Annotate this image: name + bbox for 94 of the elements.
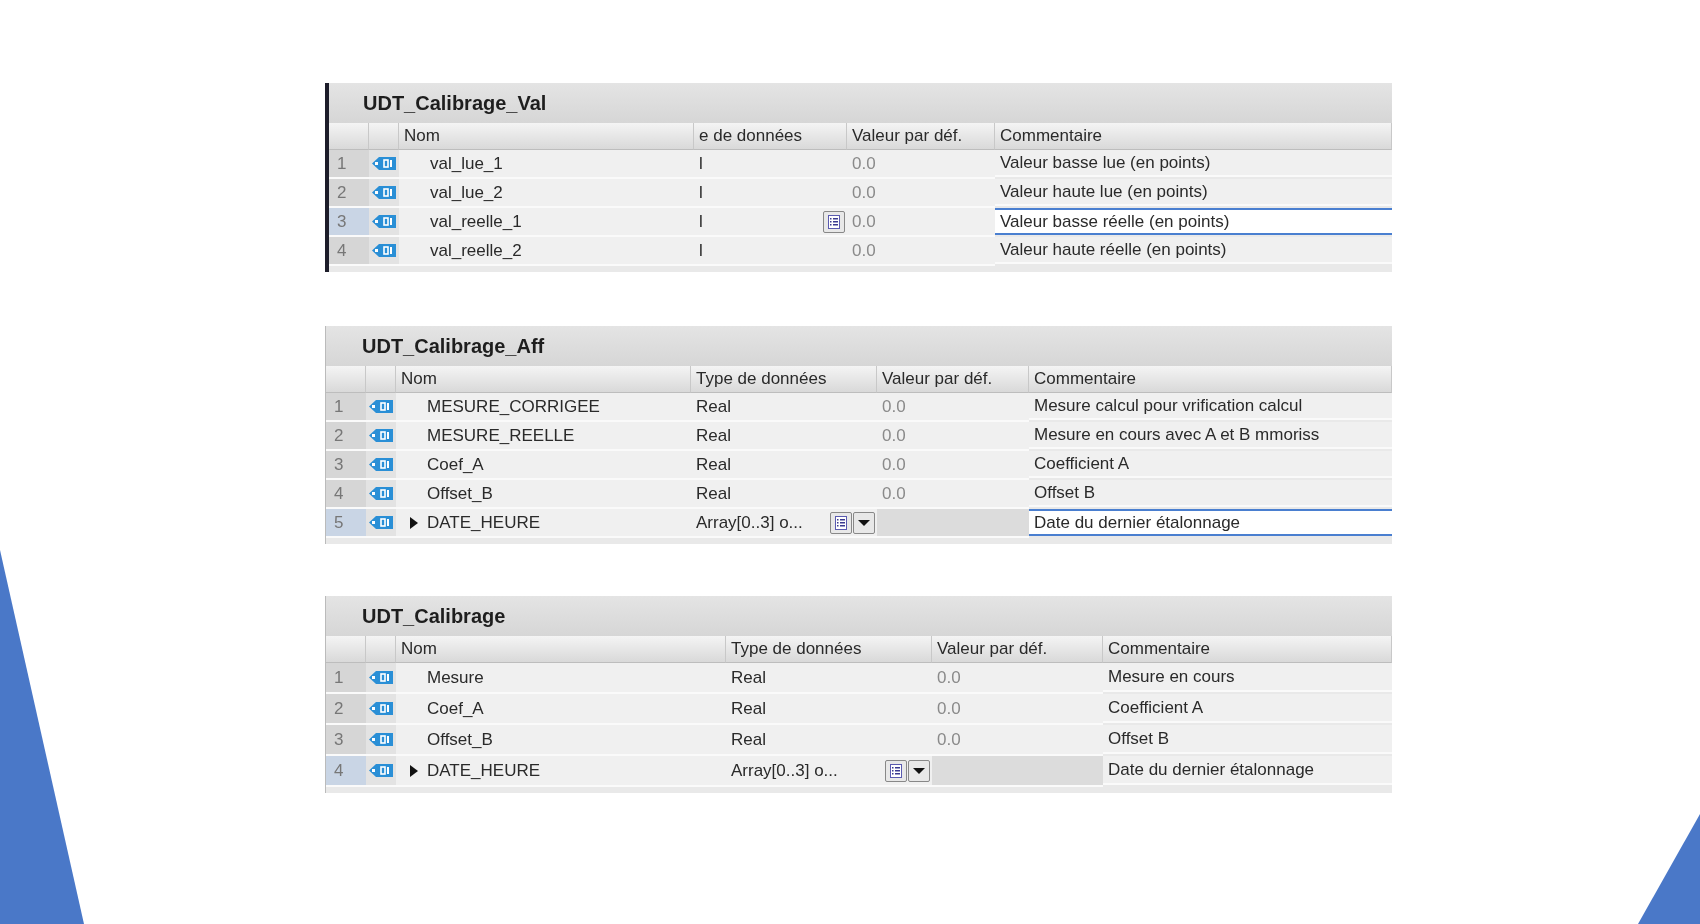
list-icon: [828, 214, 840, 229]
default-value: 0.0: [932, 725, 1103, 756]
comment-cell: Mesure en cours avec A et B mmoriss: [1029, 422, 1392, 449]
comment-cell: Mesure en cours: [1103, 663, 1392, 692]
column-header[interactable]: Valeur par déf.: [847, 123, 995, 150]
variable-name: Offset_B: [427, 729, 493, 750]
data-type: l: [699, 211, 703, 232]
default-value: 0.0: [932, 694, 1103, 725]
tag-icon: [369, 399, 393, 414]
column-header[interactable]: Commentaire: [1029, 366, 1392, 393]
column-header[interactable]: Commentaire: [1103, 636, 1392, 663]
default-value: 0.0: [877, 480, 1029, 509]
tag-icon: [372, 185, 396, 200]
default-value: 0.0: [847, 179, 995, 208]
data-type: Real: [731, 729, 766, 750]
default-value: 0.0: [877, 451, 1029, 480]
data-type: Real: [731, 667, 766, 688]
caret-icon: [913, 767, 925, 774]
comment-cell: Coefficient A: [1029, 451, 1392, 478]
tag-icon: [369, 428, 393, 443]
default-value: 0.0: [932, 663, 1103, 694]
data-type: Real: [731, 698, 766, 719]
comment-cell: Valeur haute réelle (en points): [995, 237, 1392, 264]
header-cell: [326, 366, 366, 393]
table-title: UDT_Calibrage_Val: [363, 91, 547, 115]
default-value: 0.0: [877, 422, 1029, 451]
data-type: Real: [696, 454, 731, 475]
tag-icon: [369, 515, 393, 530]
column-header[interactable]: Commentaire: [995, 123, 1392, 150]
list-icon: [890, 763, 902, 778]
column-header[interactable]: Nom: [396, 636, 726, 663]
variable-name: val_lue_2: [430, 182, 503, 203]
data-type: Real: [696, 483, 731, 504]
comment-cell: Valeur basse lue (en points): [995, 150, 1392, 177]
default-value: 0.0: [877, 393, 1029, 422]
data-type: Real: [696, 396, 731, 417]
data-type: l: [699, 153, 703, 174]
data-type: Array[0..3] o...: [731, 760, 838, 781]
tag-icon: [372, 214, 396, 229]
list-button[interactable]: [830, 511, 852, 534]
comment-cell: Offset B: [1029, 480, 1392, 507]
comment-cell: Valeur haute lue (en points): [995, 179, 1392, 206]
variable-name: val_reelle_1: [430, 211, 522, 232]
tag-icon: [369, 701, 393, 716]
comment-cell: Date du dernier étalonnage: [1103, 756, 1392, 785]
variable-name: MESURE_CORRIGEE: [427, 396, 600, 417]
column-header[interactable]: Valeur par déf.: [932, 636, 1103, 663]
tag-icon: [369, 732, 393, 747]
comment-field[interactable]: Date du dernier étalonnage: [1029, 509, 1392, 536]
variable-name: Mesure: [427, 667, 484, 688]
variable-name: val_reelle_2: [430, 240, 522, 261]
comment-field[interactable]: Valeur basse réelle (en points): [995, 208, 1392, 235]
list-button[interactable]: [823, 210, 845, 233]
header-cell: [366, 366, 396, 393]
header-cell: [366, 636, 396, 663]
column-header[interactable]: Type de données: [726, 636, 932, 663]
caret-icon: [858, 519, 870, 526]
header-cell: [369, 123, 399, 150]
list-button[interactable]: [885, 759, 907, 782]
variable-name: val_lue_1: [430, 153, 503, 174]
tag-icon: [369, 486, 393, 501]
dropdown-button[interactable]: [853, 511, 875, 534]
header-cell: [326, 636, 366, 663]
column-header[interactable]: e de données: [694, 123, 847, 150]
header-cell: [329, 123, 369, 150]
dropdown-button[interactable]: [908, 759, 930, 782]
variable-name: Coef_A: [427, 698, 484, 719]
column-header[interactable]: Valeur par déf.: [877, 366, 1029, 393]
column-header[interactable]: Type de données: [691, 366, 877, 393]
data-type: Array[0..3] o...: [696, 512, 803, 533]
data-type: l: [699, 240, 703, 261]
default-value: 0.0: [847, 208, 995, 237]
default-value: 0.0: [847, 150, 995, 179]
tag-icon: [369, 763, 393, 778]
comment-cell: Offset B: [1103, 725, 1392, 754]
data-type: l: [699, 182, 703, 203]
comment-cell: Coefficient A: [1103, 694, 1392, 723]
list-icon: [835, 515, 847, 530]
variable-name: Offset_B: [427, 483, 493, 504]
table-title: UDT_Calibrage_Aff: [362, 334, 545, 358]
tag-icon: [372, 243, 396, 258]
column-header[interactable]: Nom: [396, 366, 691, 393]
tag-icon: [369, 457, 393, 472]
data-type: Real: [696, 425, 731, 446]
default-value: 0.0: [847, 237, 995, 266]
tag-icon: [369, 670, 393, 685]
tag-icon: [372, 156, 396, 171]
table-title: UDT_Calibrage: [362, 604, 506, 628]
column-header[interactable]: Nom: [399, 123, 694, 150]
variable-name: Coef_A: [427, 454, 484, 475]
comment-cell: Mesure calcul pour vrification calcul: [1029, 393, 1392, 420]
variable-name: DATE_HEURE: [427, 760, 541, 781]
variable-name: MESURE_REELLE: [427, 425, 575, 446]
variable-name: DATE_HEURE: [427, 512, 541, 533]
